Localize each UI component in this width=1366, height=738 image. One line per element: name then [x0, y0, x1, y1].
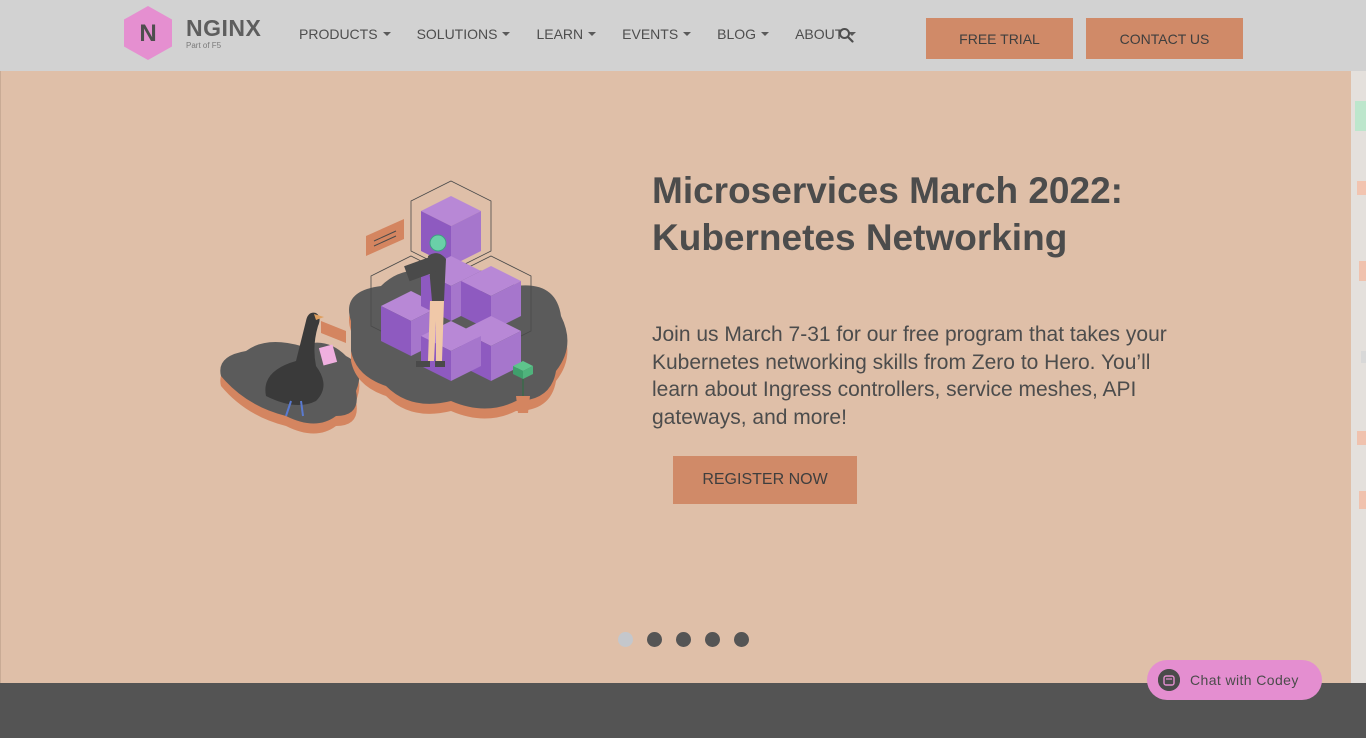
chevron-down-icon: [683, 32, 692, 36]
nginx-logo[interactable]: N NGINX Part of F5: [122, 5, 261, 61]
logo-letter: N: [139, 20, 156, 47]
carousel-dot-5[interactable]: [734, 632, 749, 647]
register-now-button[interactable]: REGISTER NOW: [673, 456, 857, 504]
carousel-dot-1[interactable]: [618, 632, 633, 647]
hero-illustration: [206, 171, 576, 471]
chevron-down-icon: [382, 32, 391, 36]
nav-blog[interactable]: BLOG: [717, 26, 770, 42]
chevron-down-icon: [502, 32, 511, 36]
bot-avatar-icon: [1158, 669, 1180, 691]
nav-learn[interactable]: LEARN: [536, 26, 597, 42]
logo-hexagon-icon: N: [122, 5, 174, 61]
chevron-down-icon: [588, 32, 597, 36]
nav-label: BLOG: [717, 26, 757, 42]
nav-label: PRODUCTS: [299, 26, 378, 42]
nav-label: LEARN: [536, 26, 584, 42]
chat-label: Chat with Codey: [1190, 672, 1299, 688]
carousel-indicators: [618, 632, 763, 647]
logo-name: NGINX: [186, 15, 262, 41]
chat-widget-button[interactable]: Chat with Codey: [1147, 660, 1322, 700]
chevron-down-icon: [761, 32, 770, 36]
main-nav: PRODUCTS SOLUTIONS LEARN EVENTS BLOG ABO…: [299, 26, 882, 42]
nav-products[interactable]: PRODUCTS: [299, 26, 391, 42]
free-trial-button[interactable]: FREE TRIAL: [926, 18, 1073, 59]
nav-events[interactable]: EVENTS: [622, 26, 692, 42]
search-icon[interactable]: [838, 27, 854, 43]
carousel-dot-4[interactable]: [705, 632, 720, 647]
speech-bubble: [366, 219, 404, 256]
nav-label: EVENTS: [622, 26, 679, 42]
next-slide-peek: [1351, 71, 1366, 683]
site-header: N NGINX Part of F5 PRODUCTS SOLUTIONS LE…: [0, 0, 1366, 71]
hero-description: Join us March 7-31 for our free program …: [652, 323, 1167, 429]
contact-us-button[interactable]: CONTACT US: [1086, 18, 1243, 59]
nav-solutions[interactable]: SOLUTIONS: [417, 26, 511, 42]
carousel-dot-3[interactable]: [676, 632, 691, 647]
hero-banner: Microservices March 2022: Kubernetes Net…: [0, 71, 1351, 683]
hero-title: Microservices March 2022: Kubernetes Net…: [652, 170, 1123, 258]
carousel-dot-2[interactable]: [647, 632, 662, 647]
logo-tagline: Part of F5: [186, 41, 222, 50]
nav-label: ABOUT: [795, 26, 844, 42]
nav-label: SOLUTIONS: [416, 26, 498, 42]
